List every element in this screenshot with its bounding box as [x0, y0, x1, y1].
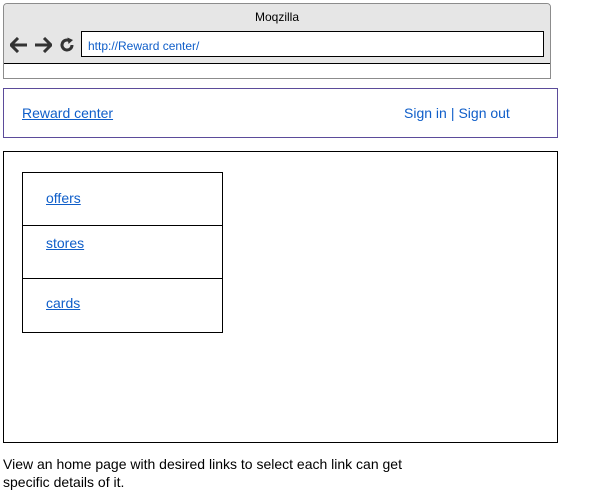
browser-window: Moqzilla http://Reward center/ — [3, 3, 551, 79]
auth-links: Sign in | Sign out — [404, 105, 510, 121]
sign-in-link[interactable]: Sign in — [404, 105, 447, 121]
sign-out-link[interactable]: Sign out — [458, 105, 509, 121]
page-caption: View an home page with desired links to … — [3, 456, 402, 490]
site-home-link[interactable]: Reward center — [22, 105, 113, 121]
cards-link[interactable]: cards — [46, 295, 80, 311]
link-menu: offers stores cards — [22, 172, 223, 333]
main-content: offers stores cards — [3, 151, 558, 443]
stores-link[interactable]: stores — [46, 235, 84, 251]
window-title: Moqzilla — [254, 10, 299, 24]
offers-link[interactable]: offers — [46, 190, 81, 206]
menu-item-cards: cards — [23, 279, 222, 332]
site-header: Reward center Sign in | Sign out — [3, 88, 558, 138]
menu-item-offers: offers — [23, 173, 222, 226]
reload-icon[interactable] — [59, 37, 75, 53]
arrow-right-icon[interactable] — [34, 37, 52, 53]
auth-separator: | — [450, 105, 455, 121]
arrow-left-icon[interactable] — [10, 37, 28, 53]
url-input[interactable]: http://Reward center/ — [81, 31, 544, 57]
browser-toolbar: Moqzilla http://Reward center/ — [4, 4, 550, 64]
menu-item-stores: stores — [23, 226, 222, 279]
